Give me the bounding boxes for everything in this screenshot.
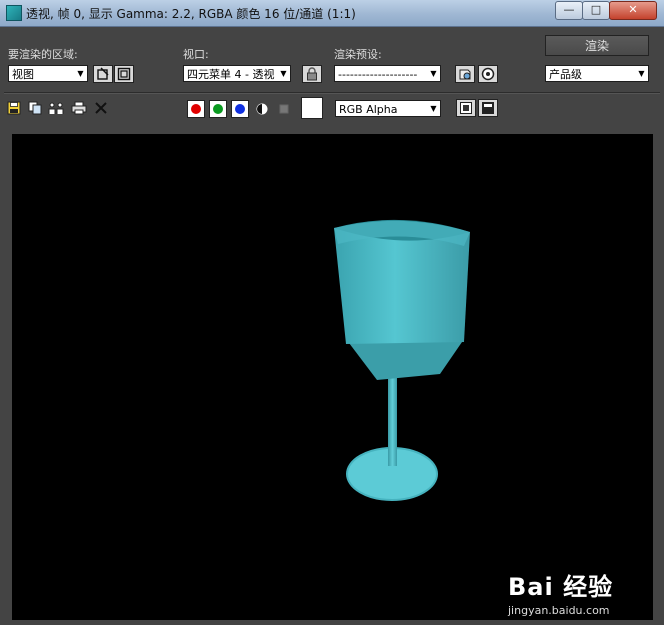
render-frame-panel: 要渲染的区域: 视口: 渲染预设: 渲染 视图 ▼ 四元菜单 4 - 透视 ▼ … xyxy=(0,27,664,625)
monochrome-icon[interactable] xyxy=(276,101,292,117)
area-dropdown[interactable]: 视图 ▼ xyxy=(8,65,88,82)
toolbar-divider xyxy=(4,92,660,94)
print-icon[interactable] xyxy=(71,100,87,116)
watermark-logo: Bai 经验 xyxy=(508,573,614,601)
green-channel-dot xyxy=(213,104,223,114)
chevron-down-icon: ▼ xyxy=(77,69,84,78)
minimize-button[interactable]: — xyxy=(555,1,583,20)
color-swatch[interactable] xyxy=(301,97,323,119)
window-title: 透视, 帧 0, 显示 Gamma: 2.2, RGBA 颜色 16 位/通道 … xyxy=(26,7,356,21)
title-bar[interactable]: 透视, 帧 0, 显示 Gamma: 2.2, RGBA 颜色 16 位/通道 … xyxy=(0,0,664,27)
green-channel-toggle[interactable] xyxy=(209,100,227,118)
edit-region-icon[interactable] xyxy=(93,65,113,83)
chevron-down-icon: ▼ xyxy=(430,104,437,113)
environment-icon[interactable] xyxy=(478,65,498,83)
toggle-ui-overlay-icon[interactable] xyxy=(456,99,476,117)
maximize-button[interactable]: □ xyxy=(582,1,610,20)
blue-channel-dot xyxy=(235,104,245,114)
clear-icon[interactable] xyxy=(93,100,109,116)
alpha-channel-icon[interactable] xyxy=(254,101,270,117)
save-image-icon[interactable] xyxy=(6,100,22,116)
area-label: 要渲染的区域: xyxy=(8,48,78,61)
preset-dropdown-value: -------------------- xyxy=(338,68,418,81)
watermark: Bai 经验 jingyan.baidu.com xyxy=(508,567,613,617)
goblet-render xyxy=(334,219,470,501)
watermark-url: jingyan.baidu.com xyxy=(508,604,610,617)
copy-image-icon[interactable] xyxy=(27,100,43,116)
red-channel-toggle[interactable] xyxy=(187,100,205,118)
quality-dropdown[interactable]: 产品级 ▼ xyxy=(545,65,649,82)
blue-channel-toggle[interactable] xyxy=(231,100,249,118)
render-setup-icon[interactable] xyxy=(455,65,475,83)
lock-icon[interactable] xyxy=(302,65,322,83)
viewport-dropdown-value: 四元菜单 4 - 透视 xyxy=(187,68,275,81)
preset-label: 渲染预设: xyxy=(334,48,382,61)
close-button[interactable]: ✕ xyxy=(609,1,657,20)
render-button[interactable]: 渲染 xyxy=(545,35,649,56)
viewport-label: 视口: xyxy=(183,48,209,61)
chevron-down-icon: ▼ xyxy=(280,69,287,78)
auto-region-icon[interactable] xyxy=(114,65,134,83)
toggle-ui-icon[interactable] xyxy=(478,99,498,117)
render-viewport[interactable] xyxy=(12,134,653,620)
chevron-down-icon: ▼ xyxy=(638,69,645,78)
viewport-dropdown[interactable]: 四元菜单 4 - 透视 ▼ xyxy=(183,65,291,82)
channel-dropdown[interactable]: RGB Alpha ▼ xyxy=(335,100,441,117)
chevron-down-icon: ▼ xyxy=(430,69,437,78)
red-channel-dot xyxy=(191,104,201,114)
quality-dropdown-value: 产品级 xyxy=(549,68,582,81)
area-dropdown-value: 视图 xyxy=(12,68,34,81)
clone-frame-window-icon[interactable] xyxy=(48,100,64,116)
preset-dropdown[interactable]: -------------------- ▼ xyxy=(334,65,441,82)
app-icon xyxy=(6,5,22,21)
channel-dropdown-value: RGB Alpha xyxy=(339,103,398,116)
